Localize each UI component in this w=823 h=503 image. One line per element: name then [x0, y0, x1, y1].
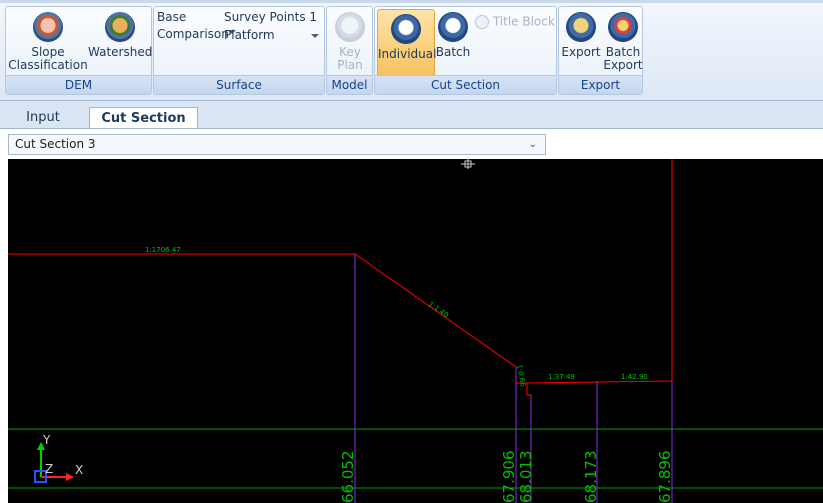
key-plan-line2: Plan [337, 58, 363, 72]
batch-section-icon [438, 12, 468, 42]
base-label: Base [157, 10, 187, 24]
chevron-down-icon [311, 34, 319, 38]
individual-section-icon [391, 14, 421, 44]
title-block-checkbox[interactable]: Title Block [475, 15, 557, 29]
batch-button[interactable]: Batch [435, 12, 471, 59]
classification-label: Classification [8, 58, 88, 72]
batch-export-icon [608, 12, 638, 42]
cut-section-group: Individual Batch Title Block Cut Section [374, 6, 557, 95]
slope-label-1: 1:1706.47 [145, 246, 181, 254]
key-plan-button[interactable]: Key Plan [329, 12, 371, 72]
chevron-down-icon: ⌄ [528, 139, 537, 150]
title-block-label: Title Block [492, 14, 555, 29]
export-group: Export Batch Export Export [558, 6, 643, 95]
axis-y-label: Y [42, 433, 51, 447]
surface-group: Base Survey Points 1 Comparison Platform… [153, 6, 325, 95]
ribbon-top-line [0, 0, 823, 3]
comparison-dropdown[interactable]: Platform [224, 28, 321, 42]
comparison-label: Comparison [157, 27, 229, 41]
axis-triad-icon: Y Z X [34, 433, 83, 483]
axis-z-label: Z [45, 462, 53, 476]
platform-profile-line [526, 380, 673, 384]
slope-label-2: 1:1.40 [427, 300, 450, 319]
slope-label-5: 1:42.90 [621, 373, 648, 381]
cut-section-group-label: Cut Section [375, 75, 556, 94]
cursor-icon [461, 159, 475, 169]
export-icon [566, 12, 596, 42]
title-block-icon [475, 15, 489, 29]
ground-profile-line [8, 253, 532, 503]
watershed-label: Watershed [88, 45, 153, 59]
individual-label: Individual [378, 47, 437, 61]
individual-button[interactable]: Individual [377, 9, 437, 77]
ribbon: Slope Classification Watershed DEM Base … [0, 0, 823, 101]
comparison-value: Platform [224, 28, 275, 42]
axis-x-label: X [75, 463, 83, 477]
slope-label-4: 1:37.49 [548, 373, 575, 381]
model-group-label: Model [327, 75, 372, 94]
dem-group-label: DEM [6, 75, 151, 94]
tab-cut-section[interactable]: Cut Section [89, 107, 198, 128]
cut-section-viewport[interactable]: 1:1706.47 1:1.40 1:0.66 1:37.49 1:42.90 … [8, 159, 823, 503]
key-plan-icon [335, 12, 365, 42]
elevation-label-4: 68.173 [582, 451, 600, 503]
watershed-icon [105, 12, 135, 42]
cut-section-drawing: 1:1706.47 1:1.40 1:0.66 1:37.49 1:42.90 … [8, 159, 823, 503]
tab-input[interactable]: Input [8, 107, 78, 128]
elevation-label-2: 67.906 [500, 451, 518, 503]
elevation-label-1: 66.052 [339, 451, 357, 503]
watershed-button[interactable]: Watershed [88, 12, 152, 59]
export-button[interactable]: Export [561, 12, 601, 59]
surface-group-label: Surface [154, 75, 324, 94]
cut-section-select[interactable]: Cut Section 3 ⌄ [8, 134, 546, 155]
model-group: Key Plan Model [326, 6, 373, 95]
batch-export-button[interactable]: Batch Export [603, 12, 643, 72]
elevation-label-5: 67.896 [656, 451, 674, 503]
tab-strip: Input Cut Section [0, 101, 823, 129]
slope-label-3: 1:0.66 [515, 364, 527, 388]
dem-group: Slope Classification Watershed DEM [5, 6, 152, 95]
elevation-label-3: 68.013 [517, 451, 535, 503]
cut-section-select-value: Cut Section 3 [15, 137, 96, 151]
slope-icon [33, 12, 63, 42]
export-label: Export [561, 45, 601, 59]
batch-label: Batch [435, 45, 471, 59]
base-value: Survey Points 1 [224, 10, 318, 24]
batch-export-line2: Export [603, 58, 643, 72]
export-group-label: Export [559, 75, 642, 94]
